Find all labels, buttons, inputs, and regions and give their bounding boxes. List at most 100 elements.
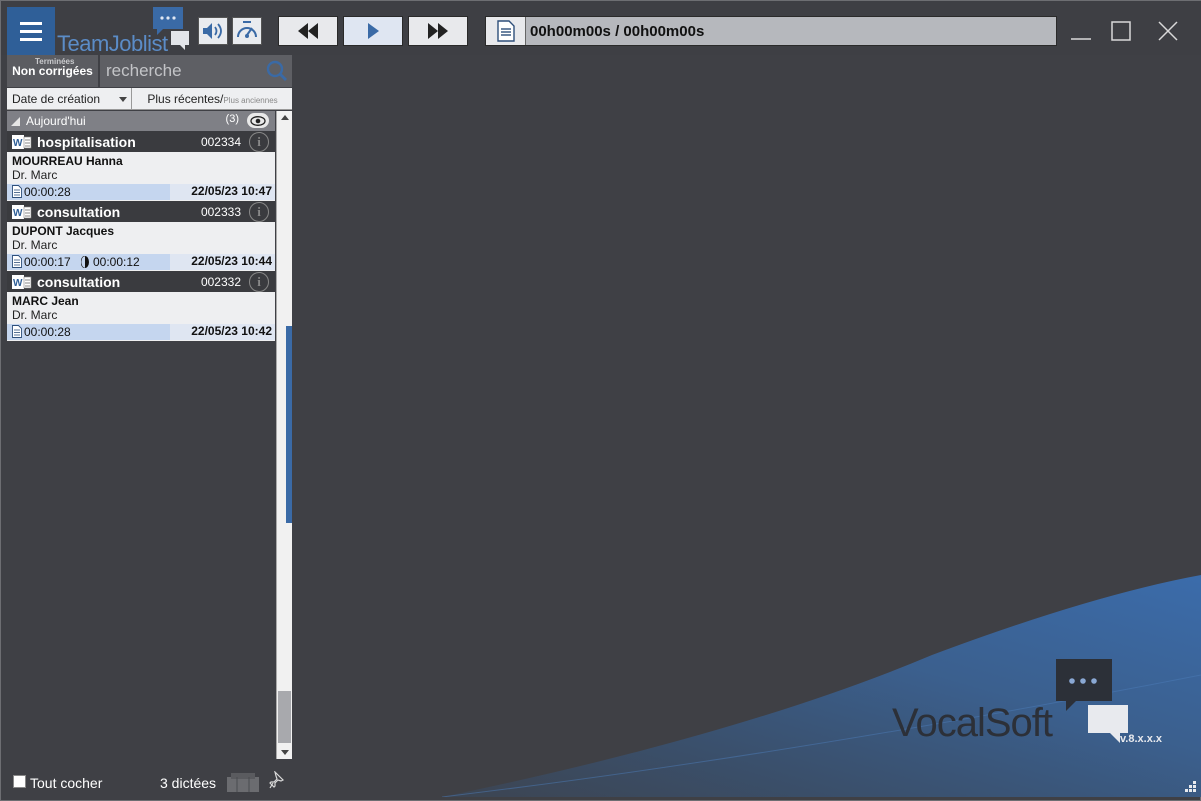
play-button[interactable] <box>343 16 403 46</box>
brand-version: v.8.x.x.x <box>1120 733 1162 745</box>
sort-by-select[interactable]: Date de création <box>7 88 132 110</box>
resize-grip-icon[interactable] <box>1185 781 1197 793</box>
dictation-list: Aujourd'hui (3) W hospitalisation 002334 <box>7 111 275 759</box>
list-item-footer: 00:00:28 22/05/23 10:42 <box>7 324 275 340</box>
teamjoblist-logo: TeamJoblist <box>57 5 197 56</box>
check-all-label[interactable]: Tout cocher <box>30 775 102 791</box>
info-icon[interactable]: i <box>249 202 269 222</box>
tab-terminees-label[interactable]: Terminées <box>35 57 74 66</box>
dictation-number: 002333 <box>200 205 241 219</box>
patient-name: DUPONT Jacques <box>12 224 115 238</box>
file-icon <box>12 185 22 198</box>
patient-name: MOURREAU Hanna <box>12 154 123 168</box>
play-icon <box>368 23 379 39</box>
dictation-number: 002332 <box>200 275 241 289</box>
doctor-name: Dr. Marc <box>12 308 58 322</box>
info-icon[interactable]: i <box>249 272 269 292</box>
fast-forward-button[interactable] <box>408 16 468 46</box>
tab-non-corrigees[interactable]: Terminées Non corrigées <box>7 55 98 87</box>
doctor-name: Dr. Marc <box>12 168 58 182</box>
dictation-number: 002334 <box>200 135 241 149</box>
speaker-icon <box>203 23 222 39</box>
dictation-panel: Terminées Non corrigées Date de création… <box>7 55 292 797</box>
search-input[interactable] <box>100 55 260 87</box>
app-window: TeamJoblist 00h00m00s / 00h00m00s Termin… <box>0 0 1201 801</box>
duration: 00:00:28 <box>24 185 71 199</box>
search-icon[interactable] <box>266 60 288 82</box>
filter-row: Terminées Non corrigées <box>7 55 292 87</box>
brand-name: VocalSoft <box>892 701 1053 745</box>
partial-progress-icon <box>81 256 89 268</box>
check-all-checkbox[interactable] <box>13 775 26 788</box>
sort-order-main: Plus récentes/ <box>147 92 224 106</box>
search-box <box>100 55 292 87</box>
file-icon <box>12 255 22 268</box>
playback-time: 00h00m00s / 00h00m00s <box>530 22 705 40</box>
chat-bubble-brand-icon <box>1056 659 1128 743</box>
chevron-down-icon <box>119 97 127 102</box>
dictation-date: 22/05/23 10:42 <box>191 324 272 338</box>
speed-dial-icon <box>237 21 257 38</box>
rewind-icon <box>298 23 318 39</box>
collapse-triangle-icon[interactable] <box>11 116 20 126</box>
group-header-today[interactable]: Aujourd'hui (3) <box>7 111 275 131</box>
dictation-date: 22/05/23 10:47 <box>191 184 272 198</box>
list-item-body: MOURREAU Hanna Dr. Marc 00:00:28 22/05/2… <box>7 152 275 201</box>
dictation-count: 3 dictées <box>160 775 217 791</box>
hamburger-menu-button[interactable] <box>7 7 55 55</box>
dictation-type: hospitalisation <box>37 133 136 150</box>
document-icon <box>496 20 515 42</box>
list-item-header: W consultation 002333 i <box>7 201 275 222</box>
speed-button[interactable] <box>232 17 262 45</box>
vocalsoft-logo: VocalSoft v.8.x.x.x <box>892 655 1172 755</box>
list-item-body: DUPONT Jacques Dr. Marc 00:00:17 00:00:1… <box>7 222 275 271</box>
dictation-date: 22/05/23 10:44 <box>191 254 272 268</box>
list-item[interactable]: W consultation 002332 i MARC Jean Dr. Ma… <box>7 271 275 341</box>
sort-by-value: Date de création <box>12 92 101 106</box>
word-document-icon: W <box>12 204 32 220</box>
list-item[interactable]: W hospitalisation 002334 i MOURREAU Hann… <box>7 131 275 201</box>
info-icon[interactable]: i <box>249 132 269 152</box>
volume-button[interactable] <box>198 17 228 45</box>
logo-text: TeamJoblist <box>57 31 168 56</box>
sort-order-toggle[interactable]: Plus récentes/Plus anciennes <box>133 88 292 110</box>
maximize-icon[interactable] <box>1109 19 1133 43</box>
list-item[interactable]: W consultation 002333 i DUPONT Jacques D… <box>7 201 275 271</box>
top-toolbar: TeamJoblist 00h00m00s / 00h00m00s <box>1 1 1201 56</box>
list-item-footer: 00:00:28 22/05/23 10:47 <box>7 184 275 200</box>
sort-row: Date de création Plus récentes/Plus anci… <box>7 88 292 110</box>
tab-label: Non corrigées <box>12 64 93 78</box>
sort-order-alt: Plus anciennes <box>223 96 278 105</box>
list-item-body: MARC Jean Dr. Marc 00:00:28 22/05/23 10:… <box>7 292 275 341</box>
archive-icon[interactable] <box>225 771 261 793</box>
dictation-type: consultation <box>37 273 121 290</box>
minimize-icon[interactable] <box>1069 19 1093 43</box>
scrollbar-thumb[interactable] <box>278 691 291 743</box>
list-item-header: W consultation 002332 i <box>7 271 275 292</box>
svg-text:W: W <box>13 138 23 149</box>
scroll-up-icon[interactable] <box>281 115 289 120</box>
document-button[interactable] <box>486 17 526 45</box>
list-item-footer: 00:00:17 00:00:12 22/05/23 10:44 <box>7 254 275 270</box>
scroll-down-icon[interactable] <box>281 750 289 755</box>
rewind-button[interactable] <box>278 16 338 46</box>
duration: 00:00:17 <box>24 255 71 269</box>
svg-text:W: W <box>13 208 23 219</box>
group-count: (3) <box>225 113 239 125</box>
fast-forward-icon <box>428 23 448 39</box>
svg-text:W: W <box>13 278 23 289</box>
patient-name: MARC Jean <box>12 294 79 308</box>
eye-icon[interactable] <box>247 113 269 128</box>
word-document-icon: W <box>12 134 32 150</box>
dictation-type: consultation <box>37 203 121 220</box>
word-document-icon: W <box>12 274 32 290</box>
group-label: Aujourd'hui <box>26 114 86 128</box>
document-area: VocalSoft v.8.x.x.x <box>292 55 1201 797</box>
playback-time-bar[interactable]: 00h00m00s / 00h00m00s <box>485 16 1057 46</box>
close-icon[interactable] <box>1156 19 1180 43</box>
doctor-name: Dr. Marc <box>12 238 58 252</box>
duration-remaining: 00:00:12 <box>93 255 140 269</box>
list-item-header: W hospitalisation 002334 i <box>7 131 275 152</box>
pin-icon[interactable] <box>269 771 285 789</box>
duration: 00:00:28 <box>24 325 71 339</box>
